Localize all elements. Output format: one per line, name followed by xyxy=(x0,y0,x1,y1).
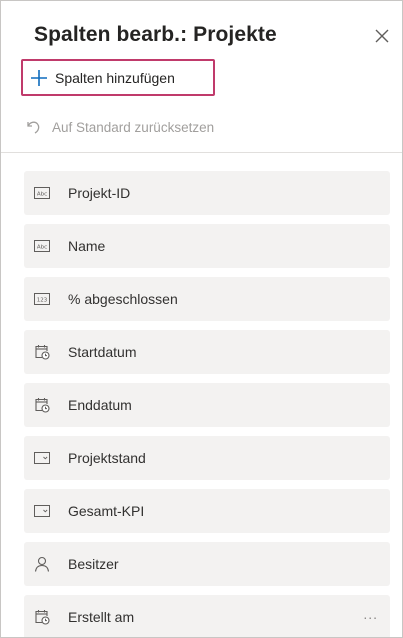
calendar-clock-icon xyxy=(33,344,51,360)
person-icon xyxy=(33,556,51,572)
add-columns-label: Spalten hinzufügen xyxy=(55,69,175,86)
choice-field-icon xyxy=(33,450,51,466)
add-columns-button[interactable]: Spalten hinzufügen xyxy=(21,59,215,96)
column-label: Besitzer xyxy=(68,556,119,572)
column-item-gesamt-kpi[interactable]: Gesamt-KPI xyxy=(24,489,390,533)
svg-text:Abc: Abc xyxy=(37,192,47,198)
text-field-icon: Abc xyxy=(33,238,51,254)
column-list: Abc Projekt-ID Abc Name 123 % abgeschlos… xyxy=(24,171,390,637)
plus-icon xyxy=(31,69,47,86)
column-item-startdatum[interactable]: Startdatum xyxy=(24,330,390,374)
column-label: Enddatum xyxy=(68,397,132,413)
edit-columns-panel: Spalten bearb.: Projekte Spalten hinzufü… xyxy=(0,0,403,638)
column-label: Gesamt-KPI xyxy=(68,503,145,519)
text-field-icon: Abc xyxy=(33,185,51,201)
undo-icon xyxy=(27,121,40,134)
choice-field-icon xyxy=(33,503,51,519)
panel-header: Spalten bearb.: Projekte Spalten hinzufü… xyxy=(1,1,402,153)
column-item-name[interactable]: Abc Name xyxy=(24,224,390,268)
column-label: Projekt-ID xyxy=(68,185,131,201)
reset-label: Auf Standard zurücksetzen xyxy=(52,119,215,135)
close-icon xyxy=(375,29,389,43)
column-label: % abgeschlossen xyxy=(68,291,178,307)
svg-text:123: 123 xyxy=(37,298,48,304)
column-label: Startdatum xyxy=(68,344,137,360)
column-item-besitzer[interactable]: Besitzer xyxy=(24,542,390,586)
column-item-percent-complete[interactable]: 123 % abgeschlossen xyxy=(24,277,390,321)
column-label: Projektstand xyxy=(68,450,146,466)
panel-title: Spalten bearb.: Projekte xyxy=(34,23,277,46)
column-item-enddatum[interactable]: Enddatum xyxy=(24,383,390,427)
column-item-projektstand[interactable]: Projektstand xyxy=(24,436,390,480)
column-item-erstellt-am[interactable]: Erstellt am ... xyxy=(24,595,390,637)
calendar-clock-icon xyxy=(33,609,51,625)
column-item-projekt-id[interactable]: Abc Projekt-ID xyxy=(24,171,390,215)
number-field-icon: 123 xyxy=(33,291,51,307)
reset-to-default-button[interactable]: Auf Standard zurücksetzen xyxy=(25,115,214,139)
close-button[interactable] xyxy=(371,25,393,47)
column-label: Name xyxy=(68,238,106,254)
svg-text:Abc: Abc xyxy=(37,245,47,251)
more-options-button[interactable]: ... xyxy=(363,606,378,622)
calendar-clock-icon xyxy=(33,397,51,413)
column-label: Erstellt am xyxy=(68,609,135,625)
